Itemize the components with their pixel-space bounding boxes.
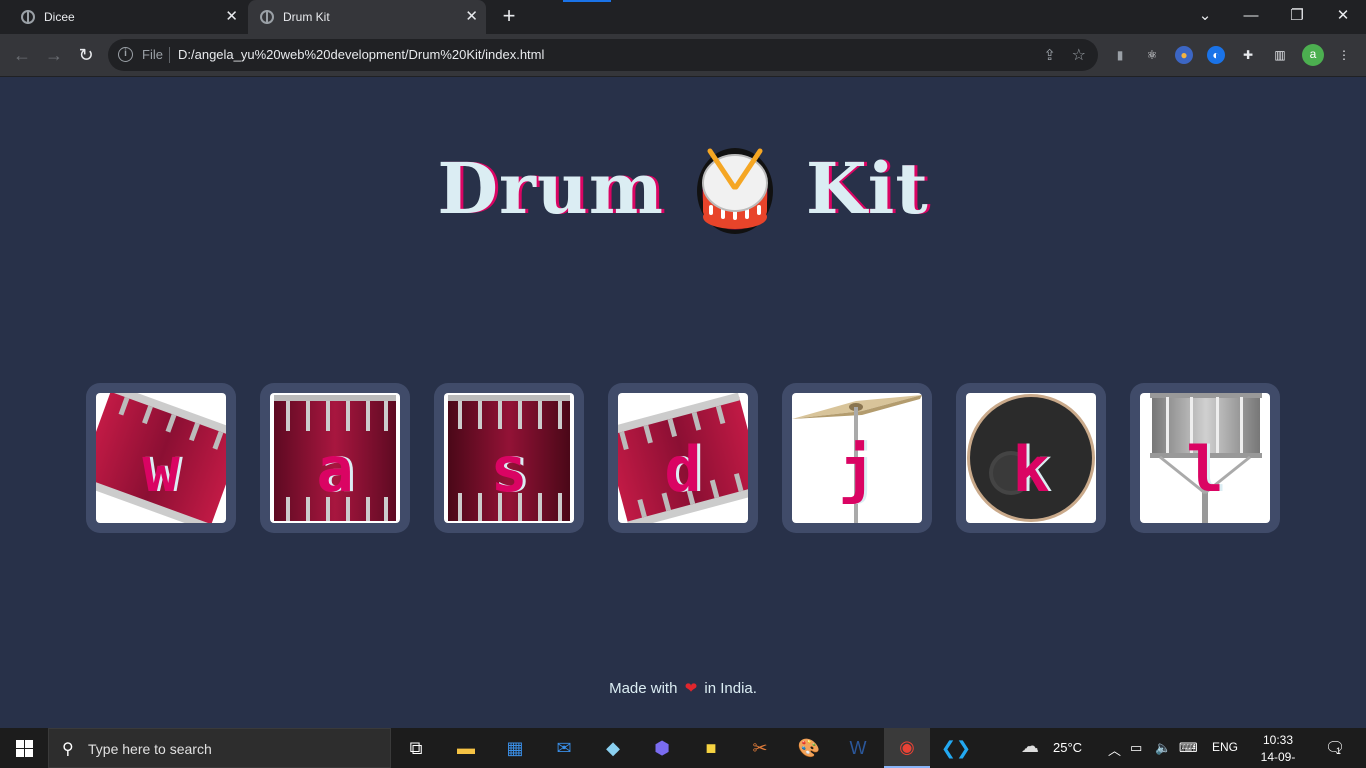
reload-icon[interactable]: ↻ — [75, 44, 97, 66]
restore-icon[interactable]: ❐ — [1285, 6, 1309, 26]
drum-button-k[interactable]: k — [956, 383, 1106, 533]
sticky-notes-icon[interactable]: ■ — [688, 728, 734, 768]
word-icon[interactable]: W — [835, 728, 881, 768]
security-label: File — [142, 47, 163, 62]
crash-cymbal-image: j — [792, 393, 922, 523]
drum-button-w[interactable]: w — [86, 383, 236, 533]
system-clock[interactable]: 10:33 14-09-2023 — [1250, 732, 1306, 768]
drum-key-label: l — [1186, 433, 1224, 506]
taskbar: ⚲ Type here to search ⧉ ▬ ▦ ✉ ◆ ⬢ ■ ✂ 🎨 … — [0, 728, 1366, 768]
info-icon[interactable]: i — [118, 47, 133, 62]
heart-icon: ❤ — [684, 680, 698, 697]
page-content: Drum Kit w a s d j k l Made with ❤ in In… — [0, 77, 1366, 728]
back-arrow-icon[interactable]: ← — [11, 44, 33, 66]
globe-icon — [21, 10, 35, 24]
drum-key-label: w — [142, 433, 180, 506]
search-input[interactable]: Type here to search — [88, 741, 212, 757]
drum-key-label: d — [664, 433, 702, 506]
weather-icon[interactable]: ☁ — [1021, 736, 1039, 757]
windows-start-icon[interactable] — [16, 740, 33, 757]
tom2-image: a — [270, 393, 400, 523]
close-icon[interactable]: ✕ — [1331, 6, 1355, 26]
search-icon: ⚲ — [62, 741, 74, 758]
tab-title: Dicee — [44, 10, 75, 24]
snare-drum-image: l — [1140, 393, 1270, 523]
profile-avatar[interactable]: a — [1302, 44, 1324, 66]
drum-key-label: j — [838, 433, 876, 506]
paint-icon[interactable]: 🎨 — [786, 728, 832, 768]
snipping-tool-icon[interactable]: ✂ — [737, 728, 783, 768]
volume-icon[interactable]: 🔈 — [1155, 740, 1171, 756]
clock-date: 14-09-2023 — [1260, 750, 1296, 768]
battery-icon[interactable]: ▭ — [1130, 740, 1142, 756]
new-tab-button[interactable]: + — [498, 5, 520, 27]
page-title: Drum Kit — [0, 141, 1366, 237]
mail-icon[interactable]: ✉ — [541, 728, 587, 768]
drum-button-d[interactable]: d — [608, 383, 758, 533]
drum-set: w a s d j k l — [86, 383, 1280, 533]
side-panel-icon[interactable]: ▥ — [1271, 46, 1289, 64]
drum-key-label: a — [316, 433, 354, 506]
tom4-image: d — [618, 393, 748, 523]
tom1-image: w — [96, 393, 226, 523]
minimize-icon[interactable]: — — [1239, 6, 1263, 26]
notes-app-icon[interactable]: ◆ — [590, 728, 636, 768]
bookmark-star-icon[interactable]: ☆ — [1072, 45, 1086, 65]
language-indicator[interactable]: ENG — [1212, 740, 1238, 754]
footer-text: in India. — [704, 680, 757, 697]
tab-strip: Dicee ✕ Drum Kit ✕ + ⌄ — ❐ ✕ — [0, 0, 1366, 34]
close-tab-icon[interactable]: ✕ — [225, 9, 238, 25]
divider — [169, 47, 170, 63]
file-explorer-icon[interactable]: ▬ — [443, 728, 489, 768]
kick-drum-image: k — [966, 393, 1096, 523]
puzzle-icon[interactable]: ✚ — [1239, 46, 1257, 64]
close-tab-icon[interactable]: ✕ — [465, 9, 478, 25]
drum-button-l[interactable]: l — [1130, 383, 1280, 533]
weather-temp[interactable]: 25°C — [1053, 740, 1082, 755]
copilot-icon[interactable]: ⬢ — [639, 728, 685, 768]
tom3-image: s — [444, 393, 574, 523]
drum-emoji-icon — [696, 148, 773, 234]
extension-4-icon[interactable]: ◐ — [1207, 46, 1225, 64]
tab-search-chevron-icon[interactable]: ⌄ — [1193, 6, 1217, 26]
taskbar-search[interactable]: ⚲ Type here to search — [48, 728, 391, 768]
browser-toolbar: ← → ↻ i File D:/angela_yu%20web%20develo… — [0, 34, 1366, 77]
chevron-up-icon[interactable]: ︿ — [1108, 740, 1121, 759]
footer-text: Made with — [609, 680, 678, 697]
vscode-icon[interactable]: ❮❯ — [933, 728, 979, 768]
address-bar[interactable]: i File D:/angela_yu%20web%20development/… — [108, 39, 1098, 71]
title-drum: Drum — [437, 147, 664, 230]
react-devtools-icon[interactable]: ⚛ — [1143, 46, 1161, 64]
extension-1-icon[interactable]: ▮ — [1111, 46, 1129, 64]
extension-3-icon[interactable]: ● — [1175, 46, 1193, 64]
drum-button-a[interactable]: a — [260, 383, 410, 533]
forward-arrow-icon[interactable]: → — [43, 44, 65, 66]
keyboard-icon[interactable]: ⌨ — [1179, 740, 1198, 756]
tab-dicee[interactable]: Dicee ✕ — [0, 0, 246, 34]
drum-key-label: s — [490, 433, 528, 506]
tab-accent-line — [563, 0, 611, 2]
task-view-icon[interactable]: ⧉ — [393, 728, 439, 768]
url-text[interactable]: D:/angela_yu%20web%20development/Drum%20… — [178, 47, 544, 62]
menu-icon[interactable]: ⋮ — [1335, 46, 1353, 64]
drum-key-label: k — [1012, 433, 1050, 506]
share-icon[interactable]: ⇪ — [1043, 46, 1056, 64]
footer: Made with ❤ in India. — [0, 679, 1366, 697]
tab-title: Drum Kit — [283, 10, 330, 24]
clock-time: 10:33 — [1262, 733, 1294, 747]
globe-icon — [260, 10, 274, 24]
microsoft-store-icon[interactable]: ▦ — [492, 728, 538, 768]
title-kit: Kit — [805, 147, 929, 230]
drum-button-j[interactable]: j — [782, 383, 932, 533]
chrome-icon[interactable]: ◉ — [884, 728, 930, 768]
tab-drum-kit[interactable]: Drum Kit ✕ — [248, 0, 486, 34]
notification-count: 1 — [1336, 746, 1342, 756]
drum-button-s[interactable]: s — [434, 383, 584, 533]
